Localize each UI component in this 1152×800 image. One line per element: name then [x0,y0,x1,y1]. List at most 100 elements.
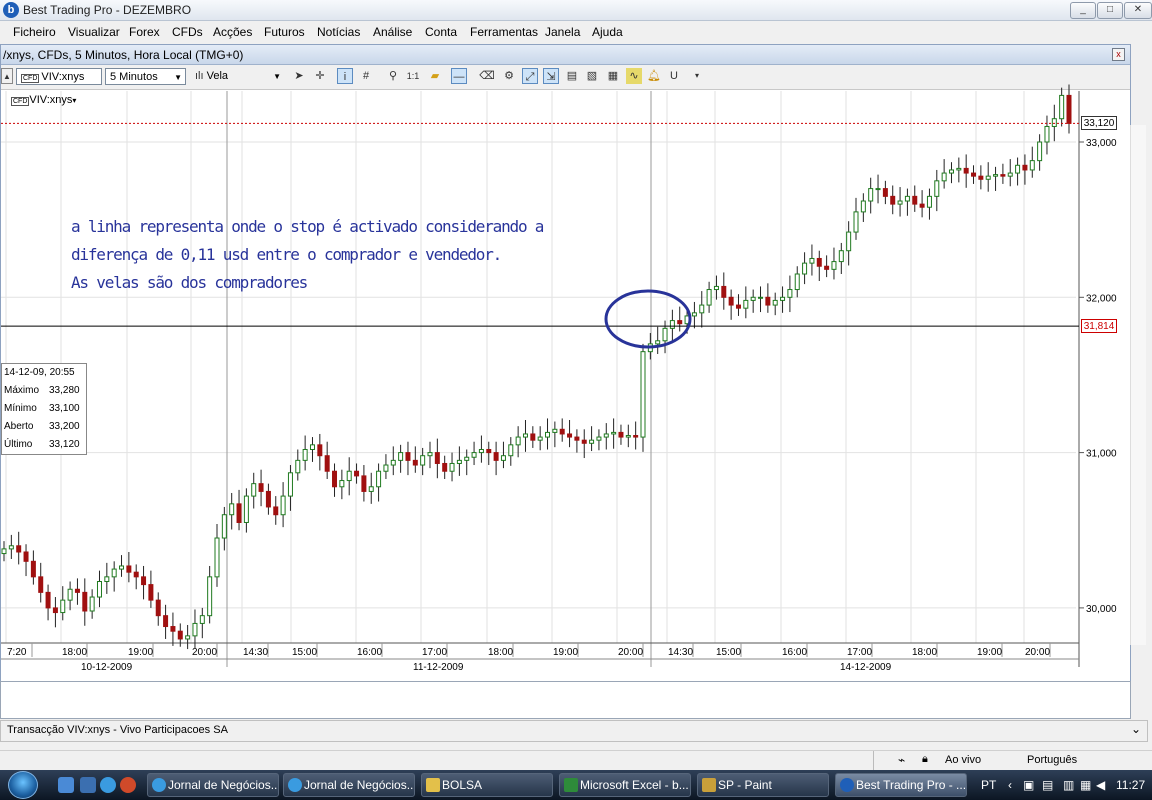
candle-body [38,576,44,593]
switch-windows-icon[interactable] [80,777,96,793]
tray-icon[interactable]: ▥ [1063,778,1074,792]
candle-body [537,436,543,441]
candle-body [1044,125,1050,143]
speaker-icon[interactable]: ◀︎ [1096,778,1105,792]
maximize-button[interactable]: □ [1097,2,1123,19]
taskbar-button-label: BOLSA [442,778,483,792]
menu-analise[interactable]: Análise [373,25,412,39]
candle-body [119,565,125,570]
highlight-circle [604,289,692,349]
x-tick-label: 20:00 [1025,647,1050,658]
menu-forex[interactable]: Forex [129,25,160,39]
candle-body [890,195,896,205]
menu-ajuda[interactable]: Ajuda [592,25,623,39]
taskbar-button[interactable]: SP - Paint [697,773,829,797]
annotation-line: diferença de 0,11 usd entre o comprador … [71,245,502,264]
x-tick-label: 20:00 [192,647,217,658]
candle-body [361,475,367,492]
menu-ficheiro[interactable]: Ficheiro [13,25,56,39]
ohlc-data-box: 14-12-09, 20:55 Máximo 33,280 Mínimo 33,10… [1,363,87,455]
candle-body [82,591,88,612]
chart-symbol-text: VIV:xnys [29,94,73,106]
taskbar-button-active[interactable]: Best Trading Pro - ... [835,773,967,797]
media-icon[interactable] [120,777,136,793]
network-icon[interactable]: ▣ [1023,778,1034,792]
menu-noticias[interactable]: Notícias [317,25,360,39]
candle-body [456,459,462,464]
candle-body [1037,141,1043,162]
y-tick-label: 32,000 [1086,293,1117,304]
paint-icon [702,778,716,792]
app-title: Best Trading Pro - DEZEMBRO [23,3,192,17]
vertical-scrollbar[interactable] [1130,125,1146,645]
menu-futuros[interactable]: Futuros [264,25,305,39]
candle-body [1015,164,1021,174]
candle-body [302,448,308,461]
candle-body [478,448,484,454]
start-button[interactable] [8,771,38,799]
chevron-left-icon[interactable]: ‹ [1008,778,1012,792]
clock[interactable]: 11:27 [1116,778,1145,792]
menu-accoes[interactable]: Acções [213,25,252,39]
candle-body [934,180,940,197]
price-chart[interactable]: 33,000 32,000 31,000 30,000 7:20 18:00 19:00 20… [1,45,1128,679]
candle-body [1051,118,1057,127]
monitor-icon[interactable]: ▦ [1080,778,1091,792]
candle-body [471,452,477,458]
chevron-down-icon[interactable]: ⌄ [1131,722,1141,736]
candle-body [199,615,205,624]
menu-visualizar[interactable]: Visualizar [68,25,120,39]
taskbar-button[interactable]: Jornal de Negócios... [283,773,415,797]
candle-body [948,169,954,174]
candle-body [603,433,609,438]
candle-body [258,483,264,492]
candle-body [412,459,418,466]
taskbar-button[interactable]: Jornal de Negócios... [147,773,279,797]
candle-body [611,431,617,435]
menu-janela[interactable]: Janela [545,25,580,39]
chart-symbol-label[interactable]: CFD VIV:xnys▾ [11,94,76,106]
candle-body [640,351,646,438]
transaction-bar[interactable]: Transacção VIV:xnys - Vivo Participacoes… [0,720,1148,742]
candle-body [831,261,837,270]
candle-body [963,167,969,174]
y-tick-label: 31,000 [1086,449,1117,460]
ohlc-row: Mínimo 33,100 [4,400,84,418]
candle-body [324,455,330,472]
input-language[interactable]: PT [981,778,996,792]
candle-body [875,188,881,191]
candle-body [192,622,198,637]
candle-body [141,576,147,586]
taskbar-button[interactable]: BOLSA [421,773,553,797]
candle-body [669,320,675,329]
candle-body [309,444,315,450]
internet-explorer-icon[interactable] [100,777,116,793]
menu-conta[interactable]: Conta [425,25,457,39]
candle-body [251,483,257,497]
x-tick-label: 17:00 [847,647,872,658]
candle-body [126,565,132,573]
show-desktop-icon[interactable] [58,777,74,793]
ohlc-row: Aberto 33,200 [4,418,84,436]
candle-body [530,433,536,441]
x-tick-label: 14:30 [243,647,268,658]
taskbar-button[interactable]: Microsoft Excel - b... [559,773,691,797]
candle-body [317,444,323,457]
candle-body [794,273,800,291]
candle-body [500,455,506,461]
x-tick-label: 18:00 [912,647,937,658]
x-tick-label: 17:00 [422,647,447,658]
menu-ferramentas[interactable]: Ferramentas [470,25,538,39]
chart-window: /xnys, CFDs, 5 Minutos, Hora Local (TMG+… [0,44,1146,682]
x-tick-label: 15:00 [716,647,741,658]
candle-body [1007,172,1013,177]
tray-icon[interactable]: ▤ [1042,778,1053,792]
candle-body [868,188,874,202]
connection-icon: ⌁ [898,753,906,767]
candle-body [633,435,639,438]
minimize-button[interactable]: _ [1070,2,1096,19]
candle-body [985,175,991,180]
menu-cfds[interactable]: CFDs [172,25,203,39]
close-button[interactable]: ✕ [1124,2,1152,19]
x-tick-label: 18:00 [488,647,513,658]
